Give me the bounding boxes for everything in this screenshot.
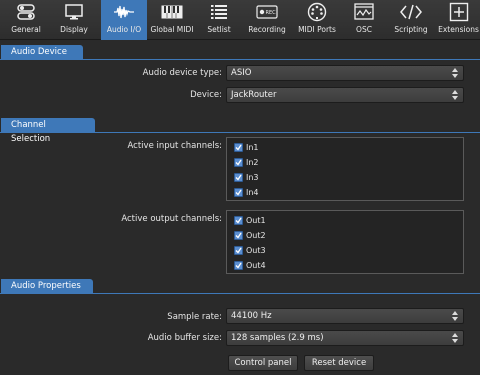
- tab-label: Recording: [248, 25, 286, 34]
- tab-extensions[interactable]: Extensions: [437, 0, 480, 40]
- input-channels-list[interactable]: In1 In2 In3 In4: [226, 137, 464, 201]
- list-icon: [210, 0, 228, 24]
- sample-rate-label: Sample rate:: [167, 312, 222, 322]
- checkmark-icon: [235, 232, 242, 239]
- tab-label: Display: [60, 25, 88, 34]
- sample-rate-value: 44100 Hz: [231, 311, 272, 321]
- audio-buffer-size-select[interactable]: 128 samples (2.9 ms): [226, 330, 464, 346]
- input-channel-label: In3: [246, 172, 259, 182]
- midi-connector-icon: [307, 0, 327, 24]
- control-panel-button[interactable]: Control panel: [228, 355, 298, 371]
- checkmark-icon: [235, 247, 242, 254]
- output-channel-label: Out4: [246, 260, 266, 270]
- updown-arrows-icon: [452, 333, 458, 343]
- osc-window-icon: [354, 0, 374, 24]
- input-channel-item[interactable]: In1: [234, 141, 259, 153]
- audio-buffer-size-value: 128 samples (2.9 ms): [231, 333, 324, 343]
- tab-recording[interactable]: REC Recording: [245, 0, 289, 40]
- tab-label: Global MIDI: [150, 25, 194, 34]
- input-channel-label: In1: [246, 142, 259, 152]
- input-channel-item[interactable]: In2: [234, 156, 259, 168]
- output-channel-label: Out1: [246, 215, 266, 225]
- checkmark-icon: [235, 144, 242, 151]
- checkbox[interactable]: [234, 245, 243, 255]
- checkbox[interactable]: [234, 172, 243, 182]
- piano-keys-icon: [161, 0, 183, 24]
- output-channel-item[interactable]: Out2: [234, 229, 266, 241]
- tab-label: Extensions: [438, 25, 479, 34]
- checkmark-icon: [235, 174, 242, 181]
- tab-audio-io[interactable]: Audio I/O: [101, 0, 147, 40]
- tab-label: OSC: [356, 25, 372, 34]
- output-channel-item[interactable]: Out1: [234, 214, 266, 226]
- section-divider: [0, 132, 480, 133]
- output-channel-label: Out3: [246, 245, 266, 255]
- output-channel-item[interactable]: Out3: [234, 244, 266, 256]
- section-header-audio-properties: Audio Properties: [1, 279, 93, 293]
- input-channel-item[interactable]: In4: [234, 186, 259, 198]
- output-channel-item[interactable]: Out4: [234, 259, 266, 271]
- tab-label: General: [11, 25, 41, 34]
- tab-setlist[interactable]: Setlist: [198, 0, 240, 40]
- monitor-icon: [64, 0, 84, 24]
- checkbox[interactable]: [234, 157, 243, 167]
- audio-device-type-value: ASIO: [231, 68, 252, 78]
- tab-global-midi[interactable]: Global MIDI: [149, 0, 195, 40]
- checkmark-icon: [235, 217, 242, 224]
- tab-label: Scripting: [394, 25, 428, 34]
- updown-arrows-icon: [452, 90, 458, 100]
- device-label: Device:: [190, 90, 222, 100]
- active-input-channels-label: Active input channels:: [127, 141, 223, 151]
- record-icon-text: REC: [266, 10, 277, 16]
- tab-label: MIDI Ports: [298, 25, 336, 34]
- checkmark-icon: [235, 189, 242, 196]
- section-divider: [0, 293, 480, 294]
- toggle-switches-icon: [17, 0, 35, 24]
- checkmark-icon: [235, 159, 242, 166]
- section-header-audio-device: Audio Device: [1, 45, 83, 59]
- checkmark-icon: [235, 262, 242, 269]
- preferences-toolbar: General Display Audio I/O Global MIDI Se…: [0, 0, 480, 40]
- audio-device-type-select[interactable]: ASIO: [226, 65, 464, 81]
- output-channels-list[interactable]: Out1 Out2 Out3 Out4: [226, 210, 464, 274]
- tab-label: Setlist: [207, 25, 231, 34]
- code-brackets-icon: [400, 0, 422, 24]
- reset-device-button[interactable]: Reset device: [304, 355, 374, 371]
- audio-buffer-size-label: Audio buffer size:: [147, 333, 222, 343]
- section-divider: [0, 59, 480, 60]
- checkbox[interactable]: [234, 187, 243, 197]
- audio-device-type-label: Audio device type:: [142, 68, 222, 78]
- updown-arrows-icon: [452, 68, 458, 78]
- checkbox[interactable]: [234, 215, 243, 225]
- tab-osc[interactable]: OSC: [344, 0, 384, 40]
- input-channel-item[interactable]: In3: [234, 171, 259, 183]
- device-value: JackRouter: [231, 90, 277, 100]
- checkbox[interactable]: [234, 230, 243, 240]
- output-channel-label: Out2: [246, 230, 266, 240]
- device-select[interactable]: JackRouter: [226, 87, 464, 103]
- tab-scripting[interactable]: Scripting: [389, 0, 433, 40]
- checkbox[interactable]: [234, 260, 243, 270]
- tab-general[interactable]: General: [4, 0, 48, 40]
- input-channel-label: In4: [246, 187, 259, 197]
- section-header-channel-selection: Channel Selection: [1, 118, 95, 144]
- tab-display[interactable]: Display: [52, 0, 96, 40]
- record-icon: REC: [256, 0, 278, 24]
- active-output-channels-label: Active output channels:: [121, 214, 222, 224]
- tab-midi-ports[interactable]: MIDI Ports: [293, 0, 341, 40]
- input-channel-label: In2: [246, 157, 259, 167]
- plus-box-icon: [449, 0, 469, 24]
- checkbox[interactable]: [234, 142, 243, 152]
- sample-rate-select[interactable]: 44100 Hz: [226, 308, 464, 324]
- updown-arrows-icon: [452, 311, 458, 321]
- waveform-icon: [113, 0, 135, 24]
- tab-label: Audio I/O: [106, 25, 142, 34]
